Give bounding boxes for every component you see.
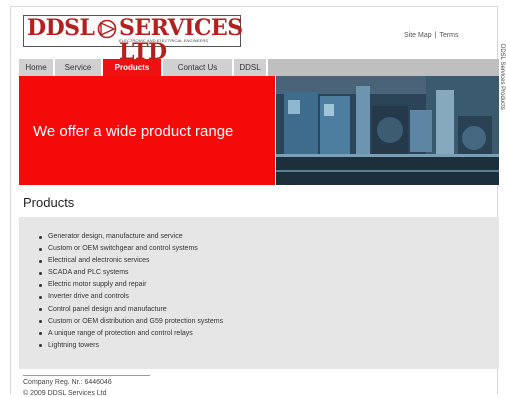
logo-text-services: SERVICES LTD xyxy=(119,15,243,65)
page-container: DDSL SERVICES LTD Electronic and Electri… xyxy=(10,6,499,397)
logo-text-ddsl: DDSL xyxy=(27,15,95,41)
site-map-link[interactable]: Site Map xyxy=(404,32,432,39)
list-item: Electrical and electronic services xyxy=(39,255,223,267)
hero-machinery-photo xyxy=(276,76,499,185)
products-box: Generator design, manufacture and servic… xyxy=(19,217,499,369)
list-item: Custom or OEM switchgear and control sys… xyxy=(39,243,223,255)
nav-tab-products[interactable]: Products xyxy=(103,59,163,76)
list-item: Electric motor supply and repair xyxy=(39,279,223,291)
list-item: A unique range of protection and control… xyxy=(39,328,223,340)
terms-link[interactable]: Terms xyxy=(439,32,458,39)
side-vertical-text: DDSL Services Products xyxy=(499,44,505,110)
top-links: Site Map | Terms xyxy=(404,32,459,39)
company-registration: Company Reg. Nr.: 6446046 xyxy=(23,379,112,386)
main-navigation: Home Service Products Contact Us DDSL xyxy=(19,59,499,76)
footer-divider xyxy=(23,375,150,376)
list-item: Lightning towers xyxy=(39,340,223,352)
list-item: SCADA and PLC systems xyxy=(39,267,223,279)
hero-headline: We offer a wide product range xyxy=(33,123,234,140)
link-separator: | xyxy=(434,32,437,39)
hero-red-panel: We offer a wide product range xyxy=(19,76,275,185)
page-title: Products xyxy=(23,195,75,210)
list-item: Inverter drive and controls xyxy=(39,291,223,303)
nav-tab-contact-us[interactable]: Contact Us xyxy=(163,59,234,76)
company-logo[interactable]: DDSL SERVICES LTD Electronic and Electri… xyxy=(23,15,243,65)
logo-mark-icon xyxy=(97,19,117,39)
list-item: Custom or OEM distribution and G59 prote… xyxy=(39,316,223,328)
side-vertical-label: DDSL Services Products xyxy=(499,44,506,174)
list-item: Generator design, manufacture and servic… xyxy=(39,231,223,243)
nav-tab-ddsl[interactable]: DDSL xyxy=(234,59,268,76)
nav-tab-service[interactable]: Service xyxy=(55,59,103,76)
list-item: Control panel design and manufacture xyxy=(39,304,223,316)
nav-tab-home[interactable]: Home xyxy=(19,59,55,76)
products-list: Generator design, manufacture and servic… xyxy=(39,231,223,352)
logo-tagline: Electronic and Electrical Engineers xyxy=(119,38,209,43)
hero-banner: We offer a wide product range xyxy=(19,76,499,185)
